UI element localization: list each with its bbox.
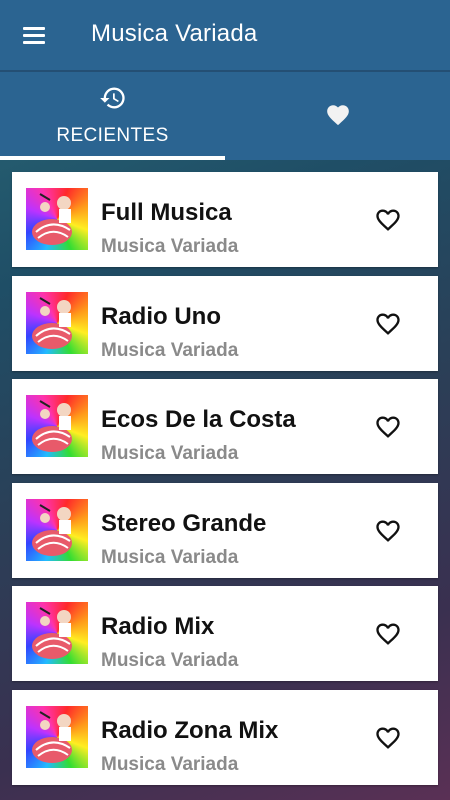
hamburger-menu-icon[interactable] xyxy=(20,24,50,48)
station-logo xyxy=(26,498,88,561)
station-subtitle: Musica Variada xyxy=(101,236,239,257)
tab-recientes[interactable]: RECIENTES xyxy=(0,72,225,160)
station-subtitle: Musica Variada xyxy=(101,546,239,568)
station-title: Radio Mix xyxy=(101,613,215,640)
station-logo xyxy=(26,602,88,664)
app-title: Musica Variada xyxy=(91,20,258,47)
station-logo xyxy=(26,705,88,768)
station-subtitle: Musica Variada xyxy=(101,650,239,671)
heart-filled-icon xyxy=(327,105,349,126)
station-card[interactable]: Radio Uno Musica Variada xyxy=(12,275,438,371)
station-title: Radio Uno xyxy=(101,302,221,330)
tab-selected-indicator xyxy=(0,156,225,160)
tab-favorites[interactable] xyxy=(225,72,450,160)
station-title: Full Musica xyxy=(101,199,232,226)
tab-bar: RECIENTES xyxy=(0,72,450,160)
heart-outline-icon[interactable] xyxy=(374,310,402,338)
station-logo xyxy=(26,291,88,354)
station-title: Stereo Grande xyxy=(101,509,267,537)
station-list: Full Musica Musica Variada Radio Uno Mus… xyxy=(12,172,438,793)
station-card[interactable]: Ecos De la Costa Musica Variada xyxy=(12,379,438,474)
heart-outline-icon[interactable] xyxy=(374,413,402,441)
station-card[interactable]: Stereo Grande Musica Variada xyxy=(12,482,438,578)
history-icon xyxy=(100,87,125,109)
station-title: Radio Zona Mix xyxy=(101,716,279,744)
station-logo xyxy=(26,188,88,250)
station-card[interactable]: Full Musica Musica Variada xyxy=(12,172,438,267)
station-subtitle: Musica Variada xyxy=(101,443,239,464)
station-card[interactable]: Radio Zona Mix Musica Variada xyxy=(12,689,438,785)
station-card[interactable]: Radio Mix Musica Variada xyxy=(12,586,438,681)
station-logo xyxy=(26,395,88,457)
tab-recientes-label: RECIENTES xyxy=(56,125,169,146)
app-bar: Musica Variada xyxy=(0,0,450,72)
station-title: Ecos De la Costa xyxy=(101,406,296,433)
heart-outline-icon[interactable] xyxy=(374,620,402,648)
station-subtitle: Musica Variada xyxy=(101,753,239,775)
station-subtitle: Musica Variada xyxy=(101,339,239,361)
heart-outline-icon[interactable] xyxy=(374,517,402,545)
heart-outline-icon[interactable] xyxy=(374,724,402,752)
heart-outline-icon[interactable] xyxy=(374,206,402,234)
